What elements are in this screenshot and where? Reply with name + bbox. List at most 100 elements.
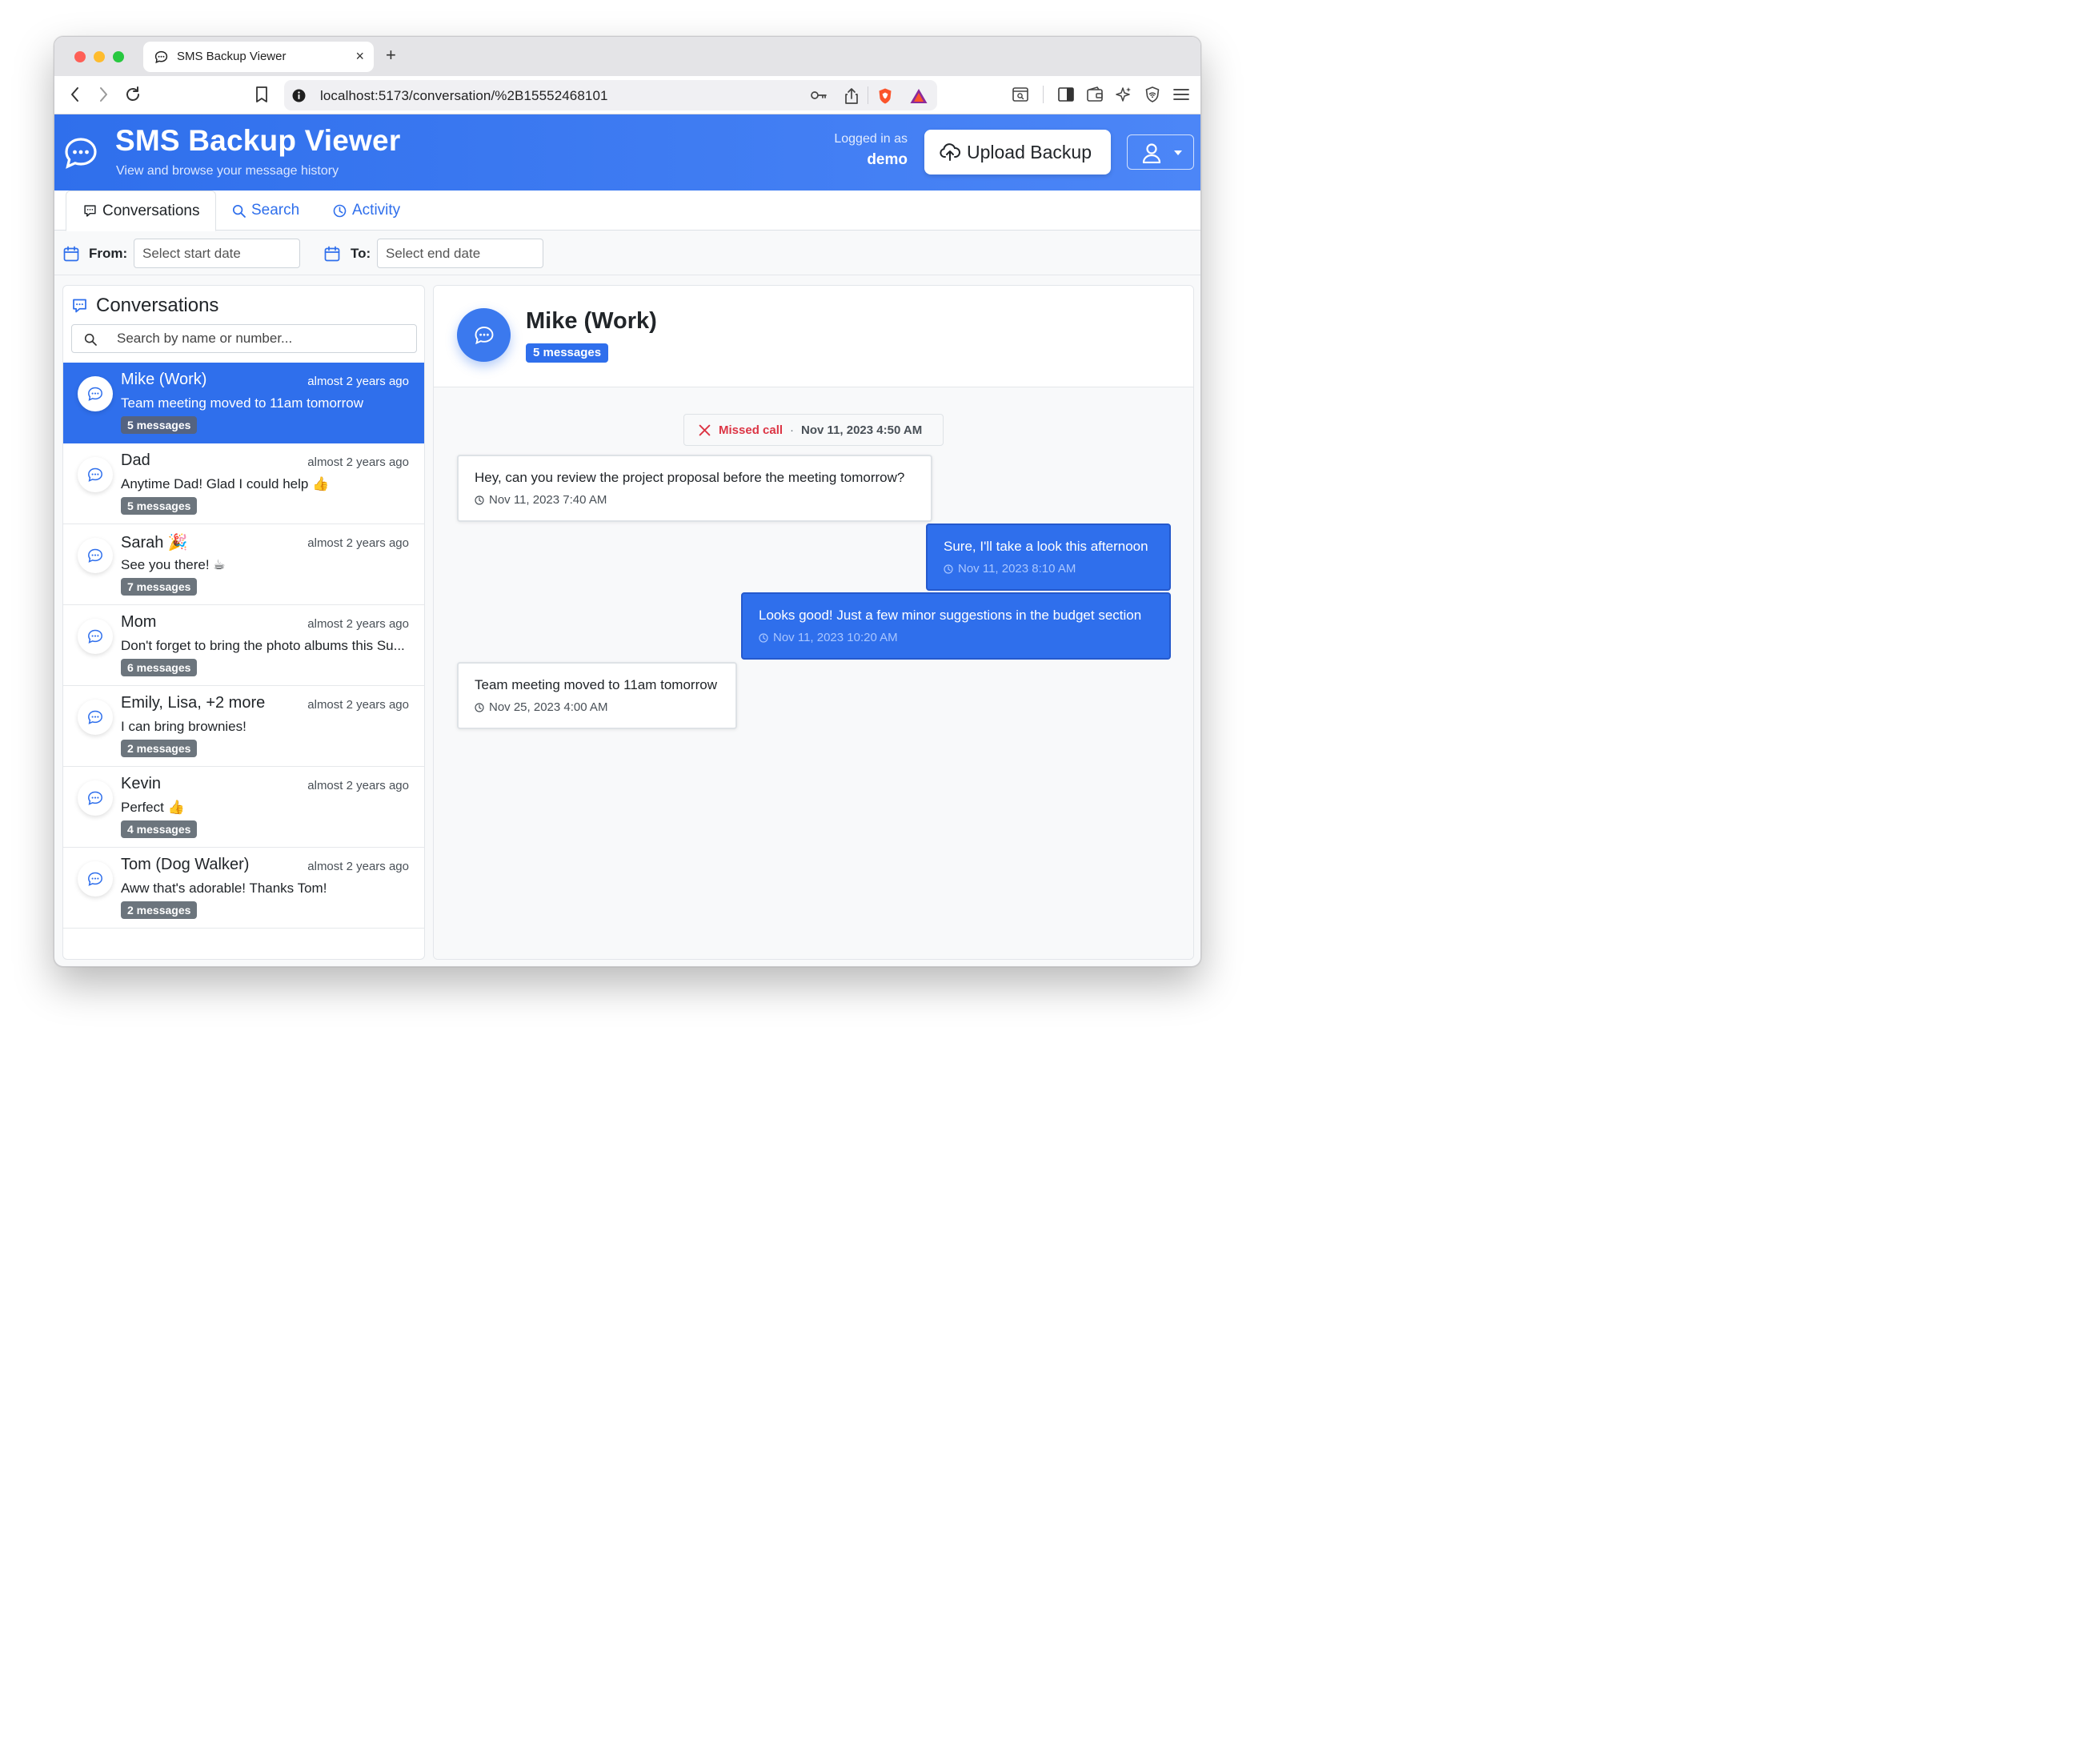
back-icon[interactable] [69,86,82,103]
vpn-shield-icon[interactable] [1144,86,1161,103]
close-tab-button[interactable]: × [355,48,364,65]
clock-icon [475,495,484,505]
browser-tab-title: SMS Backup Viewer [177,50,287,63]
chat-bubble-logo-icon [64,137,98,169]
reader-mode-icon[interactable] [1012,86,1029,103]
conversation-item[interactable]: Sarah 🎉 almost 2 years ago See you there! … [63,524,424,605]
conversation-time: almost 2 years ago [307,779,409,792]
from-label: From: [89,246,128,261]
message-text: Looks good! Just a few minor suggestions… [759,608,1142,623]
message-meta: Nov 11, 2023 7:40 AM [475,493,915,507]
end-date-input[interactable] [377,239,543,268]
conversation-avatar [78,700,113,735]
conversation-avatar [78,780,113,816]
wallet-icon[interactable] [1086,86,1104,103]
conversation-search[interactable] [71,324,417,353]
message-time: Nov 25, 2023 4:00 AM [489,700,608,714]
chat-square-icon [83,204,97,218]
new-tab-button[interactable]: + [386,45,396,66]
conversation-name: Mike (Work) [121,371,207,388]
message-bubble-incoming: Hey, can you review the project proposal… [457,455,932,522]
sidebar-toggle-icon[interactable] [1057,86,1075,103]
conversation-search-input[interactable] [117,327,405,350]
conversation-item[interactable]: Emily, Lisa, +2 more almost 2 years ago I … [63,686,424,767]
conversation-preview: Perfect 👍 [121,800,185,815]
message-meta: Nov 11, 2023 8:10 AM [944,562,1153,576]
chat-bubble-icon [154,50,168,64]
conversation-header: Mike (Work) 5 messages [434,286,1193,387]
site-info-icon[interactable] [292,89,306,102]
conversation-preview: Aww that's adorable! Thanks Tom! [121,881,327,896]
sidebar-title: Conversations [96,295,219,316]
conversation-item[interactable]: Mike (Work) almost 2 years ago Team meetin… [63,363,424,443]
conversation-preview: See you there! ☕ [121,557,226,572]
app-subtitle: View and browse your message history [116,164,339,178]
logged-in-label: Logged in as [834,132,908,146]
conversation-preview: Anytime Dad! Glad I could help 👍 [121,476,330,491]
message-thread: Missed call · Nov 11, 2023 4:50 AM Hey, … [434,387,1193,959]
to-label: To: [351,246,371,261]
x-icon [699,424,711,436]
message-time: Nov 11, 2023 10:20 AM [773,631,898,644]
conversation-name: Tom (Dog Walker) [121,856,250,873]
address-bar[interactable]: localhost:5173/conversation/%2B155524681… [284,80,937,110]
message-count-badge: 7 messages [121,578,198,596]
reload-icon[interactable] [124,86,142,103]
conversation-item[interactable]: Tom (Dog Walker) almost 2 years ago Aww th… [63,848,424,929]
tab-search[interactable]: Search [232,191,299,231]
browser-toolbar: localhost:5173/conversation/%2B155524681… [54,76,1200,114]
tab-activity[interactable]: Activity [333,191,400,231]
nav-tabs: Conversations Search Activity [54,191,1200,231]
conversation-time: almost 2 years ago [307,698,409,712]
conversation-time: almost 2 years ago [307,617,409,631]
message-count-badge: 2 messages [121,740,198,757]
tab-activity-label: Activity [352,202,401,219]
clock-icon [759,632,768,643]
leo-ai-icon[interactable] [1115,86,1132,103]
conversation-time: almost 2 years ago [307,536,409,550]
conversation-preview: Team meeting moved to 11am tomorrow [121,395,363,411]
separator-dot: · [790,423,795,437]
date-filter-bar: From: To: [54,231,1200,275]
chat-bubble-icon [87,872,103,887]
calendar-icon [324,246,340,262]
upload-backup-button[interactable]: Upload Backup [924,130,1111,175]
share-icon[interactable] [844,87,859,105]
message-bubble-incoming: Team meeting moved to 11am tomorrow Nov … [457,662,737,729]
tab-conversations[interactable]: Conversations [66,191,216,231]
user-icon [1142,142,1161,163]
conversation-avatar [78,861,113,897]
forward-icon[interactable] [97,86,110,103]
search-icon [232,204,246,218]
close-window-button[interactable] [74,51,86,62]
zoom-window-button[interactable] [113,51,124,62]
conversation-item[interactable]: Mom almost 2 years ago Don't forget to bri… [63,605,424,686]
message-count-badge: 5 messages [121,416,198,434]
conversation-item[interactable]: Kevin almost 2 years ago Perfect 👍 4 messag… [63,767,424,848]
brave-shield-icon[interactable] [876,87,894,105]
browser-tab-strip: SMS Backup Viewer × + [54,37,1200,76]
browser-tab[interactable]: SMS Backup Viewer × [143,42,374,72]
caret-down-icon [1174,150,1182,155]
user-menu-button[interactable] [1127,134,1194,170]
conversation-time: almost 2 years ago [307,375,409,388]
start-date-input[interactable] [134,239,300,268]
toolbar-separator [1043,86,1044,103]
browser-window: SMS Backup Viewer × + localhost:5173/con… [54,36,1201,967]
missed-call-notice: Missed call · Nov 11, 2023 4:50 AM [683,414,944,446]
brave-rewards-icon[interactable] [909,87,928,105]
chat-bubble-icon [87,548,103,564]
conversation-item[interactable]: Dad almost 2 years ago Anytime Dad! Glad I… [63,443,424,524]
conversation-avatar [78,457,113,492]
bookmark-icon[interactable] [254,86,269,103]
menu-icon[interactable] [1172,86,1190,103]
conversation-time: almost 2 years ago [307,455,409,469]
conversation-avatar [78,619,113,654]
conversation-avatar [78,376,113,411]
minimize-window-button[interactable] [94,51,105,62]
message-meta: Nov 11, 2023 10:20 AM [759,631,1153,644]
chat-bubble-icon [474,326,495,345]
conversation-name: Emily, Lisa, +2 more [121,694,266,712]
key-icon[interactable] [810,87,828,103]
url-text: localhost:5173/conversation/%2B155524681… [320,88,608,103]
